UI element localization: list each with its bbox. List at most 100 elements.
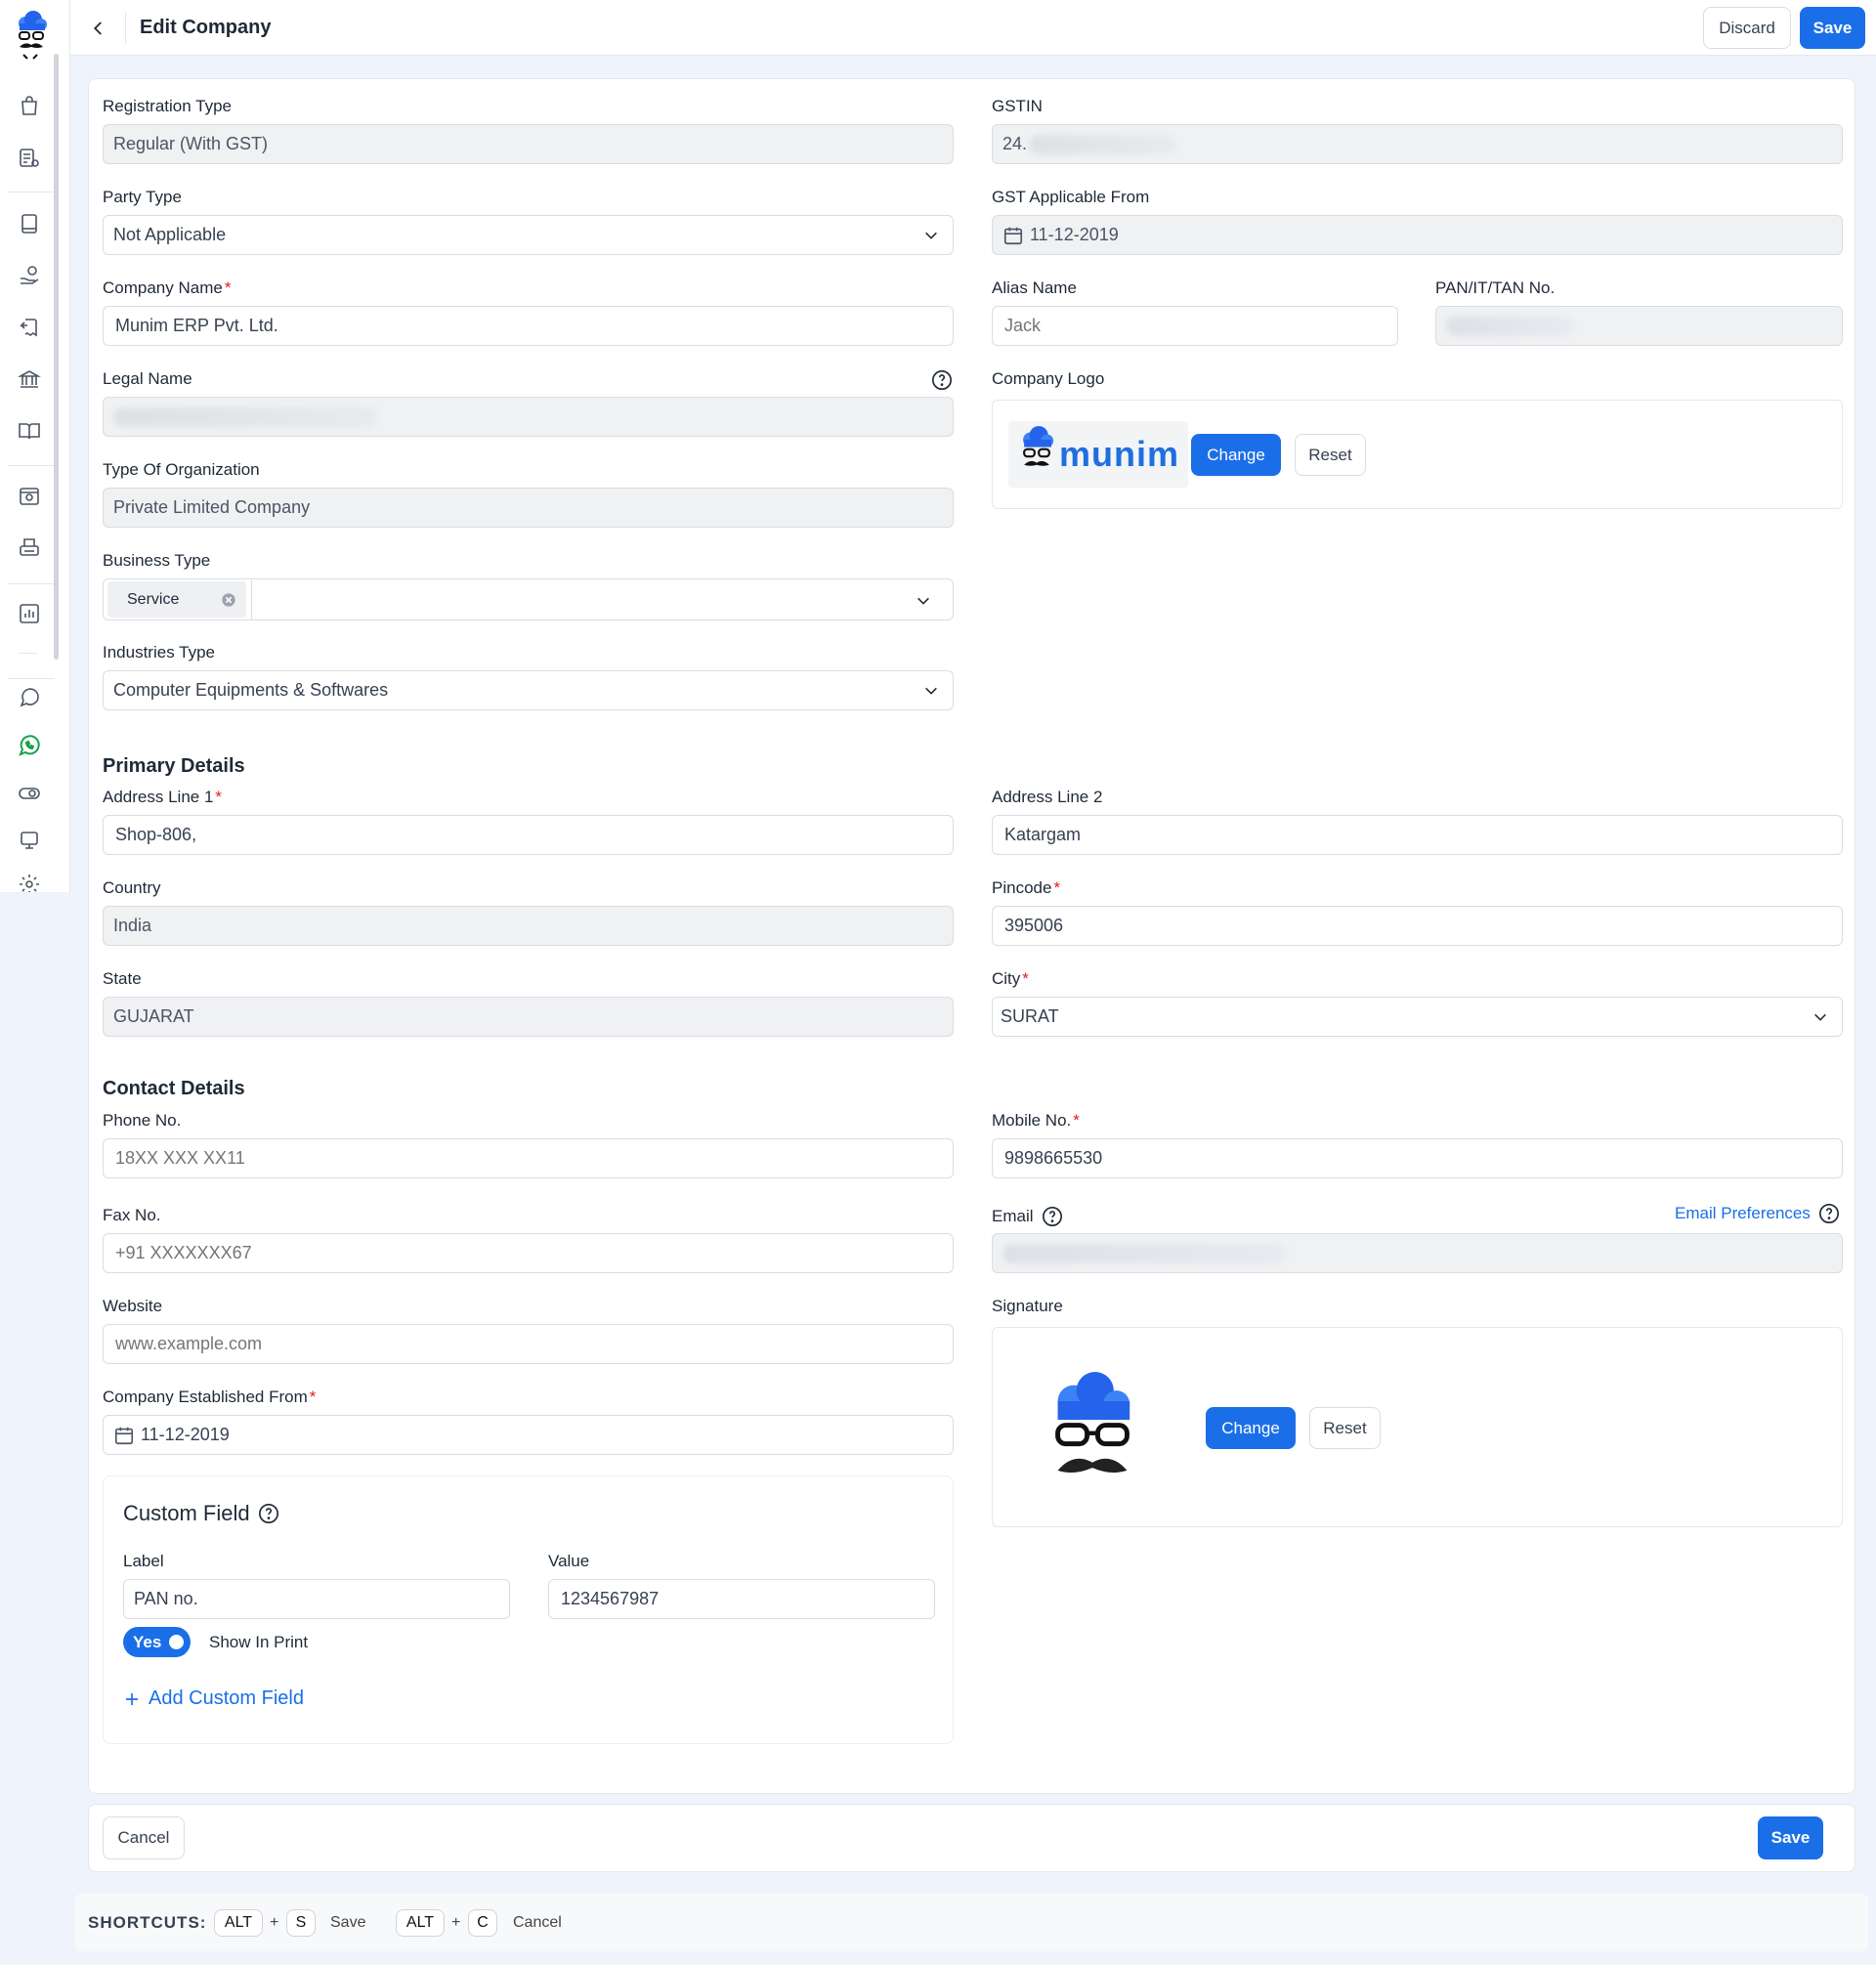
required-asterisk: * — [224, 278, 232, 297]
required-asterisk: * — [1073, 1111, 1080, 1130]
list-icon[interactable] — [16, 145, 43, 172]
party-type-label: Party Type — [103, 188, 182, 206]
established-date-input[interactable]: 11-12-2019 — [103, 1415, 954, 1455]
sidebar-divider — [8, 583, 55, 584]
city-select[interactable]: SURAT — [992, 997, 1843, 1037]
settings-box-icon[interactable] — [16, 483, 43, 510]
remove-tag-icon[interactable] — [221, 592, 236, 608]
sidebar-divider — [8, 465, 55, 466]
email-label: Email — [992, 1206, 1063, 1227]
add-custom-field-link[interactable]: Add Custom Field — [123, 1687, 304, 1710]
gstin-redacted — [1029, 134, 1176, 154]
signature-box: Change Reset — [992, 1327, 1843, 1527]
book-icon[interactable] — [16, 210, 43, 237]
required-asterisk: * — [215, 788, 223, 806]
pincode-label-text: Pincode — [992, 878, 1052, 897]
calendar-icon — [1003, 227, 1023, 244]
chat-icon[interactable] — [16, 684, 43, 711]
established-label-text: Company Established From — [103, 1388, 308, 1406]
company-name-label: Company Name * — [103, 278, 231, 298]
plus-sign: + — [451, 1914, 461, 1931]
signature-label: Signature — [992, 1297, 1063, 1315]
change-logo-button[interactable]: Change — [1191, 434, 1281, 476]
cloud-logo-icon[interactable] — [14, 10, 49, 64]
country-label: Country — [103, 878, 161, 897]
industries-type-select[interactable]: Computer Equipments & Softwares — [103, 670, 954, 710]
whatsapp-icon[interactable] — [16, 732, 43, 759]
munim-mascot-icon — [1023, 426, 1054, 466]
legal-name-label: Legal Name — [103, 369, 192, 388]
required-asterisk: * — [1022, 969, 1029, 988]
business-type-label: Business Type — [103, 551, 211, 570]
custom-value-input[interactable] — [548, 1579, 935, 1619]
party-type-select[interactable]: Not Applicable — [103, 215, 954, 255]
address-line-2-input[interactable] — [992, 815, 1843, 855]
reset-signature-button[interactable]: Reset — [1309, 1407, 1381, 1449]
bar-chart-icon[interactable] — [16, 600, 43, 627]
discard-button[interactable]: Discard — [1703, 7, 1791, 49]
industries-type-value: Computer Equipments & Softwares — [113, 680, 389, 700]
type-of-organization-field: Private Limited Company — [103, 488, 954, 528]
registration-type-field: Regular (With GST) — [103, 124, 954, 164]
legal-name-help-icon[interactable] — [931, 369, 953, 396]
monitor-icon[interactable] — [16, 827, 43, 854]
business-type-input-divider — [251, 579, 252, 619]
company-name-input[interactable] — [103, 306, 954, 346]
back-button[interactable] — [84, 14, 113, 43]
munim-logo: munim — [1008, 421, 1188, 488]
show-in-print-label: Show In Print — [209, 1633, 309, 1651]
pincode-label: Pincode * — [992, 878, 1060, 898]
business-type-select[interactable]: Service — [103, 578, 954, 620]
footer-save-button[interactable]: Save — [1758, 1816, 1823, 1859]
change-signature-button[interactable]: Change — [1206, 1407, 1296, 1449]
email-help-icon[interactable] — [1042, 1206, 1063, 1227]
legal-name-field — [103, 397, 954, 437]
mobile-input[interactable] — [992, 1138, 1843, 1178]
established-label: Company Established From * — [103, 1388, 316, 1407]
mobile-label: Mobile No. * — [992, 1111, 1080, 1131]
add-custom-field-text: Add Custom Field — [149, 1687, 304, 1709]
alias-name-input[interactable] — [992, 306, 1398, 346]
hand-coins-icon[interactable] — [16, 262, 43, 289]
company-logo-box: munim Change Reset — [992, 400, 1843, 509]
printer-icon[interactable] — [16, 534, 43, 562]
reset-logo-button[interactable]: Reset — [1295, 434, 1366, 476]
bag-icon[interactable] — [16, 92, 43, 119]
pincode-input[interactable] — [992, 906, 1843, 946]
custom-field-help-icon[interactable] — [258, 1503, 279, 1524]
fax-label: Fax No. — [103, 1206, 161, 1224]
pan-label: PAN/IT/TAN No. — [1435, 278, 1556, 297]
address-line-1-input[interactable] — [103, 815, 954, 855]
munim-logo-text: munim — [1059, 434, 1180, 474]
website-label: Website — [103, 1297, 163, 1315]
custom-label-header: Label — [123, 1552, 164, 1570]
show-in-print-toggle[interactable]: Yes — [123, 1627, 191, 1657]
address-line-1-label: Address Line 1 * — [103, 788, 222, 807]
email-preferences-link[interactable]: Email Preferences — [1675, 1203, 1840, 1224]
address-line-2-label: Address Line 2 — [992, 788, 1103, 806]
custom-field-title: Custom Field — [123, 1501, 250, 1525]
shortcut-cancel-text: Cancel — [513, 1914, 562, 1931]
bank-icon[interactable] — [16, 365, 43, 393]
save-button[interactable]: Save — [1800, 7, 1865, 49]
toggle-icon[interactable] — [16, 780, 43, 807]
gear-icon[interactable] — [16, 873, 43, 892]
state-label: State — [103, 969, 142, 988]
required-asterisk: * — [309, 1388, 317, 1406]
return-icon[interactable] — [16, 314, 43, 341]
chevron-down-icon — [1814, 1013, 1826, 1021]
type-of-organization-label: Type Of Organization — [103, 460, 260, 479]
chevron-left-icon — [93, 21, 102, 35]
chevron-down-icon — [925, 687, 937, 695]
fax-input[interactable] — [103, 1233, 954, 1273]
custom-label-input[interactable] — [123, 1579, 510, 1619]
c-key: C — [468, 1909, 497, 1937]
sidebar-divider — [8, 678, 55, 679]
cancel-button[interactable]: Cancel — [103, 1816, 185, 1859]
website-input[interactable] — [103, 1324, 954, 1364]
sidebar-scrollbar[interactable] — [54, 54, 59, 660]
legal-name-redacted — [113, 406, 377, 427]
phone-input[interactable] — [103, 1138, 954, 1178]
party-type-value: Not Applicable — [113, 225, 227, 244]
open-book-icon[interactable] — [16, 417, 43, 445]
